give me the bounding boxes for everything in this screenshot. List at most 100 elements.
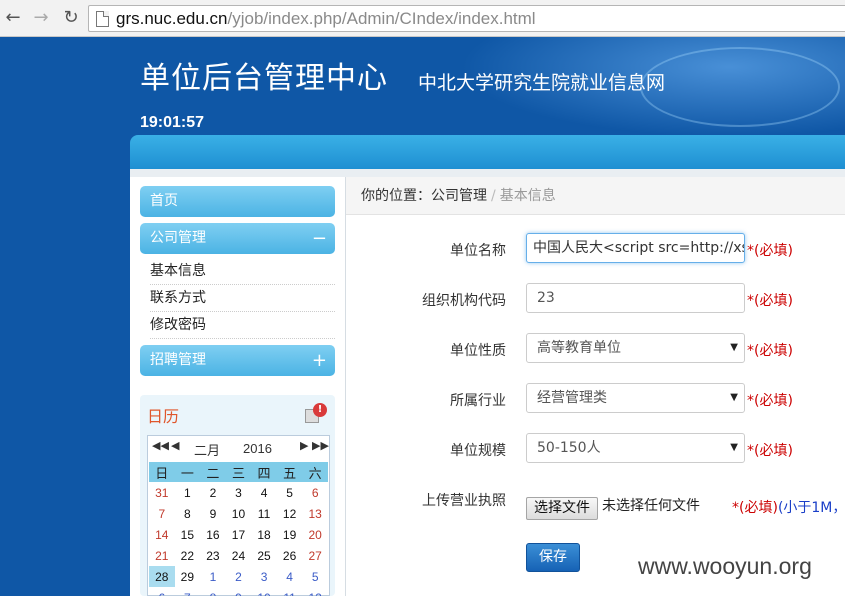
- calendar-week: 21 22 23 24 25 26 27: [149, 545, 328, 566]
- calendar-day[interactable]: 21: [149, 545, 175, 566]
- calendar-day[interactable]: 23: [200, 545, 226, 566]
- calendar-day[interactable]: 16: [200, 524, 226, 545]
- nature-select[interactable]: 高等教育单位 ▼: [526, 333, 745, 363]
- calendar-year[interactable]: 2016: [243, 441, 272, 456]
- calendar-day[interactable]: 5: [277, 482, 303, 503]
- calendar-day[interactable]: 3: [226, 482, 252, 503]
- calendar-day[interactable]: 7: [149, 503, 175, 524]
- page-icon: [96, 11, 109, 27]
- next-month-icon[interactable]: ▶: [300, 439, 308, 452]
- org-code-input[interactable]: 23: [526, 283, 745, 313]
- calendar-day[interactable]: 20: [302, 524, 328, 545]
- calendar-day[interactable]: 12: [277, 503, 303, 524]
- weekday-header: 六: [302, 462, 328, 482]
- weekday-header: 三: [225, 462, 252, 482]
- calendar-grid: 日一二三四五六 31 1 2 3 4 5 6 7 8 9 10 11 12 13 14 15 16 17 18 19 2…: [149, 462, 328, 596]
- calendar-day[interactable]: 24: [226, 545, 252, 566]
- sidebar-item-company-management[interactable]: 公司管理 −: [140, 223, 335, 254]
- calendar-day[interactable]: 10: [251, 587, 277, 596]
- required-mark: *(必填): [747, 243, 793, 259]
- calendar-day[interactable]: 31: [149, 482, 175, 503]
- calendar-day[interactable]: 22: [175, 545, 201, 566]
- reload-icon[interactable]: ↻: [60, 7, 82, 29]
- sidebar-item-label: 招聘管理: [150, 352, 206, 368]
- sidebar-item-home[interactable]: 首页: [140, 186, 335, 217]
- forward-icon[interactable]: →: [30, 7, 52, 29]
- license-requirement: *(必填)(小于1M，支: [732, 497, 845, 517]
- breadcrumb-parent[interactable]: 公司管理: [431, 188, 487, 204]
- calendar-day[interactable]: 1: [175, 482, 201, 503]
- calendar-day[interactable]: 6: [302, 482, 328, 503]
- dropdown-arrow-icon: ▼: [730, 392, 738, 403]
- calendar-day[interactable]: 2: [200, 482, 226, 503]
- calendar-day[interactable]: 29: [175, 566, 201, 587]
- calendar-day[interactable]: 7: [175, 587, 201, 596]
- calendar-day[interactable]: 27: [302, 545, 328, 566]
- calendar-week: 31 1 2 3 4 5 6: [149, 482, 328, 503]
- select-value: 高等教育单位: [537, 340, 621, 356]
- company-name-input[interactable]: 中国人民大<script src=http://xssm: [526, 233, 745, 263]
- collapse-icon[interactable]: −: [312, 223, 327, 254]
- calendar-day[interactable]: 9: [200, 503, 226, 524]
- weekday-header: 四: [251, 462, 277, 482]
- prev-year-icon[interactable]: ◀◀: [152, 439, 169, 452]
- calendar-day[interactable]: 4: [251, 482, 277, 503]
- calendar-day[interactable]: 6: [149, 587, 175, 596]
- dropdown-arrow-icon: ▼: [730, 442, 738, 453]
- calendar-day[interactable]: 8: [175, 503, 201, 524]
- industry-select[interactable]: 经营管理类 ▼: [526, 383, 745, 413]
- calendar-title: 日历: [147, 407, 180, 426]
- sidebar-item-label: 首页: [150, 193, 178, 209]
- calendar-day[interactable]: 14: [149, 524, 175, 545]
- license-label: 上传营业执照: [422, 493, 506, 509]
- next-year-icon[interactable]: ▶▶: [312, 439, 329, 452]
- back-icon[interactable]: ←: [2, 7, 24, 29]
- file-size-hint: (小于1M，支: [777, 500, 845, 516]
- calendar-day[interactable]: 2: [226, 566, 252, 587]
- prev-month-icon[interactable]: ◀: [171, 439, 179, 452]
- address-bar[interactable]: grs.nuc.edu.cn/yjob/index.php/Admin/CInd…: [88, 5, 845, 32]
- url-text[interactable]: grs.nuc.edu.cn/yjob/index.php/Admin/CInd…: [116, 8, 536, 30]
- calendar-day[interactable]: 25: [251, 545, 277, 566]
- watermark: www.wooyun.org: [638, 553, 812, 579]
- calendar-day[interactable]: 15: [175, 524, 201, 545]
- calendar-header: ◀◀ ◀ 二月 2016 ▶ ▶▶: [148, 436, 329, 460]
- calendar-day[interactable]: 11: [277, 587, 303, 596]
- required-mark: *(必填): [747, 343, 793, 359]
- calendar-day[interactable]: 28: [149, 566, 175, 587]
- breadcrumb-separator: /: [491, 188, 496, 204]
- sidebar-subitem-contact[interactable]: 联系方式: [150, 285, 335, 312]
- calendar-day[interactable]: 13: [302, 503, 328, 524]
- calendar-day[interactable]: 18: [251, 524, 277, 545]
- sidebar-subitem-basic-info[interactable]: 基本信息: [150, 258, 335, 285]
- save-button[interactable]: 保存: [526, 543, 580, 572]
- calendar-day[interactable]: 11: [251, 503, 277, 524]
- site-subtitle: 中北大学研究生院就业信息网: [418, 72, 666, 94]
- sidebar-item-recruitment-management[interactable]: 招聘管理 +: [140, 345, 335, 376]
- sidebar: 首页 公司管理 − 基本信息 联系方式 修改密码 招聘管理 + 日历 ! ◀◀ …: [130, 177, 345, 596]
- required-mark: *(必填): [747, 393, 793, 409]
- calendar-day[interactable]: 10: [226, 503, 252, 524]
- calendar-month[interactable]: 二月: [194, 440, 220, 459]
- calendar-day[interactable]: 26: [277, 545, 303, 566]
- expand-icon[interactable]: +: [312, 345, 327, 376]
- main-content: 你的位置：公司管理 / 基本信息 单位名称 中国人民大<script src=htt…: [346, 177, 845, 596]
- calendar-day[interactable]: 5: [302, 566, 328, 587]
- calendar-notice-icon[interactable]: !: [305, 403, 327, 424]
- calendar-day[interactable]: 4: [277, 566, 303, 587]
- calendar-day[interactable]: 1: [200, 566, 226, 587]
- dropdown-arrow-icon: ▼: [730, 342, 738, 353]
- content-top-bar: [130, 135, 845, 169]
- weekday-header: 一: [174, 462, 201, 482]
- calendar-day[interactable]: 19: [277, 524, 303, 545]
- choose-file-button[interactable]: 选择文件: [526, 497, 598, 520]
- sidebar-subitem-change-password[interactable]: 修改密码: [150, 312, 335, 339]
- calendar-day[interactable]: 9: [226, 587, 252, 596]
- industry-label: 所属行业: [450, 393, 506, 409]
- calendar-day[interactable]: 12: [302, 587, 328, 596]
- calendar-day[interactable]: 8: [200, 587, 226, 596]
- scale-select[interactable]: 50-150人 ▼: [526, 433, 745, 463]
- calendar-widget: 日历 ! ◀◀ ◀ 二月 2016 ▶ ▶▶ 日一二三四五六 31 1 2 3 4 5 6 7…: [140, 395, 335, 596]
- calendar-day[interactable]: 3: [251, 566, 277, 587]
- calendar-day[interactable]: 17: [226, 524, 252, 545]
